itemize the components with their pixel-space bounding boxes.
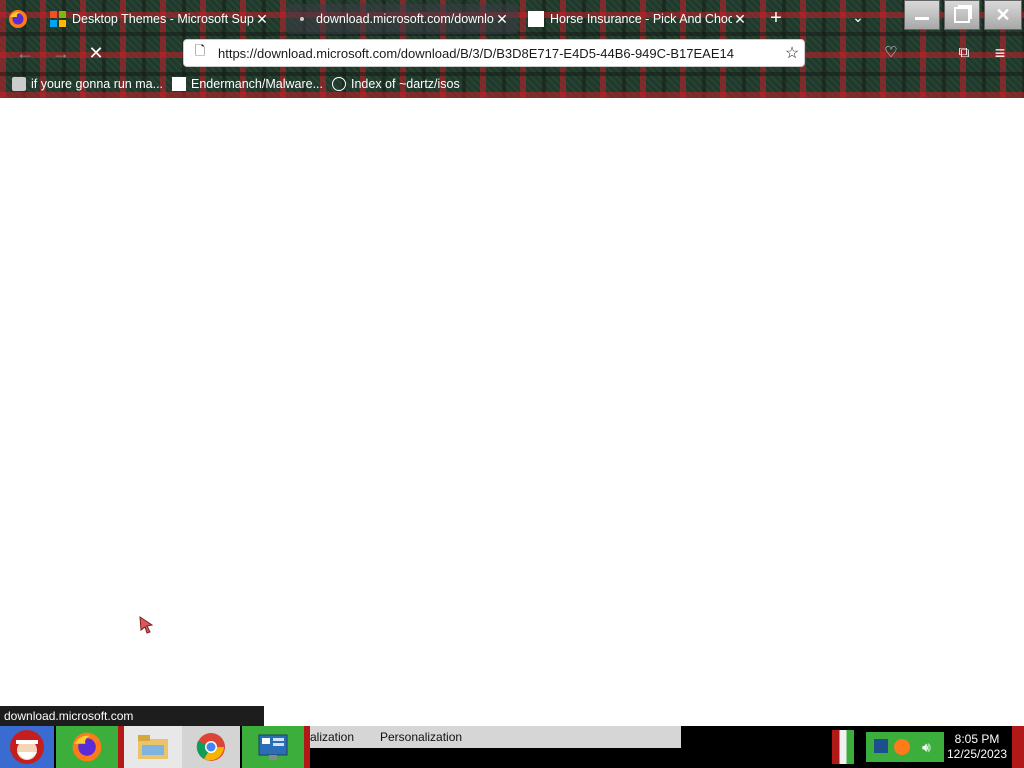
bookmarks-bar: if youre gonna run ma... Endermanch/Malw… [0, 70, 1024, 98]
firefox-icon [72, 732, 102, 762]
taskbar-window-strip: alization Personalization [310, 726, 681, 748]
firefox-icon[interactable] [8, 9, 28, 29]
speaker-icon[interactable]: 🔊︎ [922, 739, 931, 756]
url-text[interactable]: https://download.microsoft.com/download/… [218, 46, 780, 61]
close-icon[interactable]: ✕ [254, 11, 270, 28]
taskbar-window-label[interactable]: Personalization [380, 726, 462, 748]
hamburger-menu-icon[interactable]: ≡ [989, 43, 1011, 65]
forward-arrow-icon[interactable]: → [50, 43, 72, 65]
show-desktop-button[interactable] [1012, 726, 1024, 768]
santa-start-icon [10, 730, 44, 764]
folder-icon [138, 735, 168, 759]
minimize-button[interactable] [904, 0, 940, 30]
tab-title: Desktop Themes - Microsoft Supp [72, 12, 254, 26]
new-tab-plus-icon[interactable]: + [766, 8, 786, 29]
bookmark-item[interactable]: Endermanch/Malware... [172, 75, 323, 93]
clock-time: 8:05 PM [954, 732, 1000, 746]
system-tray: 🔊︎ [866, 732, 944, 762]
bookmark-star-icon[interactable]: ☆ [780, 43, 804, 63]
page-icon [528, 11, 544, 27]
chrome-icon [196, 733, 225, 761]
bookmark-label: Index of ~dartz/isos [351, 77, 460, 91]
close-icon[interactable]: ✕ [494, 11, 510, 28]
chevron-down-icon[interactable]: ⌄ [848, 9, 868, 29]
extensions-icon[interactable]: ⧉ [953, 43, 975, 65]
flag-icon [832, 730, 854, 764]
microsoft-logo-icon [50, 11, 66, 27]
back-arrow-icon[interactable]: ← [14, 43, 36, 65]
close-icon[interactable]: ✕ [732, 11, 748, 28]
tab-title: download.microsoft.com/downlo [316, 12, 494, 26]
taskbar-chrome[interactable] [182, 726, 240, 768]
clock[interactable]: 8:05 PM 12/25/2023 [944, 726, 1010, 768]
stop-loading-icon[interactable]: ✕ [85, 43, 107, 65]
globe-icon [332, 77, 346, 91]
close-icon: ✕ [995, 4, 1011, 25]
tab-bar: Desktop Themes - Microsoft Supp ✕ downlo… [0, 0, 1024, 37]
tab-desktop-themes[interactable]: Desktop Themes - Microsoft Supp ✕ [42, 4, 278, 34]
loading-dot-icon [294, 11, 310, 27]
page-icon: 🗋 [194, 43, 206, 58]
taskbar-firefox[interactable] [56, 726, 118, 768]
close-window-button[interactable]: ✕ [984, 0, 1022, 30]
bookmark-label: Endermanch/Malware... [191, 77, 324, 91]
navigation-bar: ← → ✕ 🗋 https://download.microsoft.com/d… [0, 37, 1024, 69]
start-button[interactable] [0, 726, 54, 768]
taskbar: alization Personalization 🔊︎ 8:05 PM 12/… [0, 726, 1024, 768]
taskbar-control-panel[interactable] [242, 726, 304, 768]
tab-title: Horse Insurance - Pick And Choos [550, 12, 732, 26]
taskbar-file-explorer[interactable] [124, 726, 182, 768]
puzzle-icon [12, 77, 26, 91]
page-icon [172, 77, 186, 91]
status-bar: download.microsoft.com [0, 706, 264, 726]
network-icon[interactable] [874, 739, 888, 753]
clock-date: 12/25/2023 [946, 747, 1008, 761]
bookmark-label: if youre gonna run ma... [31, 77, 164, 91]
pocket-icon[interactable]: ♡ [880, 43, 902, 65]
taskbar-window-label[interactable]: alization [310, 726, 354, 748]
control-panel-icon [258, 734, 288, 760]
mouse-cursor-icon [139, 616, 154, 634]
tab-horse-insurance[interactable]: Horse Insurance - Pick And Choos ✕ [520, 4, 756, 34]
firefox-tray-icon[interactable] [894, 739, 910, 755]
bookmark-item[interactable]: Index of ~dartz/isos [332, 75, 460, 93]
minimize-icon [915, 16, 929, 20]
restore-icon [954, 7, 970, 23]
restore-button[interactable] [944, 0, 980, 30]
tab-download-microsoft[interactable]: download.microsoft.com/downlo ✕ [286, 4, 518, 34]
bookmark-item[interactable]: if youre gonna run ma... [12, 75, 163, 93]
browser-chrome: Desktop Themes - Microsoft Supp ✕ downlo… [0, 0, 1024, 98]
address-bar[interactable]: 🗋 https://download.microsoft.com/downloa… [183, 39, 805, 67]
